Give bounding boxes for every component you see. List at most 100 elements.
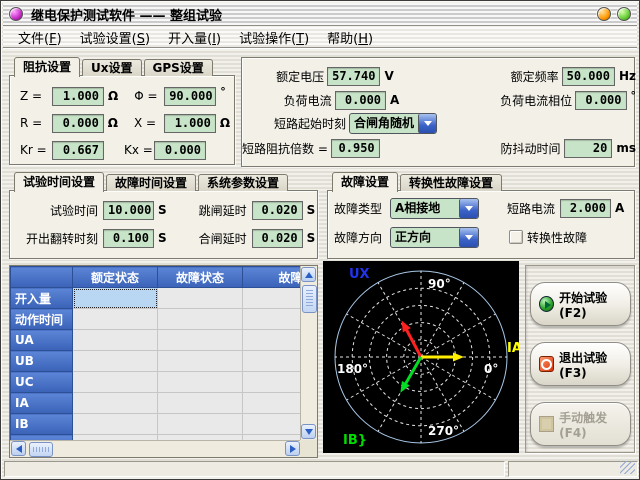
sc-current-field[interactable]: 2.000 xyxy=(560,199,611,218)
impedance-tabbar: 阻抗设置 Ux设置 GPS设置 xyxy=(11,55,215,76)
table-cell[interactable] xyxy=(73,309,158,330)
vertical-scrollbar[interactable] xyxy=(300,266,317,440)
x-field[interactable]: 1.000 xyxy=(164,114,216,133)
row-header[interactable]: UA xyxy=(11,330,73,351)
z-label: Z = xyxy=(20,89,52,103)
scroll-down-button[interactable] xyxy=(301,424,316,439)
time-tabbar: 试验时间设置 故障时间设置 系统参数设置 xyxy=(11,170,290,191)
fault-type-combobox[interactable]: A相接地 xyxy=(390,198,479,219)
sc-start-label: 短路起始时刻 xyxy=(242,115,346,132)
kr-field[interactable]: 0.667 xyxy=(52,141,104,160)
menu-label: ) xyxy=(304,32,309,47)
svg-text:180°: 180° xyxy=(337,362,368,376)
menu-label: 帮助( xyxy=(327,32,358,47)
table-cell[interactable] xyxy=(73,330,158,351)
tab-convert-fault-settings[interactable]: 转换性故障设置 xyxy=(400,174,502,191)
x-unit: Ω xyxy=(220,116,230,130)
col-header-fault-state[interactable]: 故障状态 xyxy=(158,267,243,288)
tab-impedance-settings[interactable]: 阻抗设置 xyxy=(14,57,80,77)
table-cell[interactable] xyxy=(158,288,243,309)
row-header[interactable]: IA xyxy=(11,393,73,414)
flip-time-field[interactable]: 0.100 xyxy=(103,229,154,248)
table-cell[interactable] xyxy=(73,393,158,414)
tab-fault-time-settings[interactable]: 故障时间设置 xyxy=(106,174,196,191)
table-cell[interactable] xyxy=(243,372,302,393)
sc-current-label: 短路电流 xyxy=(503,200,555,217)
horizontal-scroll-thumb[interactable] xyxy=(29,442,53,457)
table-cell[interactable] xyxy=(243,330,302,351)
rated-voltage-field[interactable]: 57.740 xyxy=(327,67,380,86)
table-cell[interactable] xyxy=(73,414,158,435)
table-cell[interactable] xyxy=(243,309,302,330)
phi-unit: ° xyxy=(220,85,226,98)
menu-help[interactable]: 帮助(H) xyxy=(318,26,382,49)
table-cell-selected[interactable] xyxy=(73,288,158,309)
tab-test-time-settings[interactable]: 试验时间设置 xyxy=(14,172,104,192)
tab-gps-settings[interactable]: GPS设置 xyxy=(144,59,213,76)
resize-grip[interactable] xyxy=(620,461,635,474)
row-header[interactable]: IB xyxy=(11,414,73,435)
table-cell[interactable] xyxy=(158,351,243,372)
table-cell[interactable] xyxy=(158,309,243,330)
close-delay-field[interactable]: 0.020 xyxy=(252,229,303,248)
phasor-chart: 90°0°180°270°UXIAIB} xyxy=(323,261,519,453)
load-current-field[interactable]: 0.000 xyxy=(335,91,386,110)
kx-field[interactable]: 0.000 xyxy=(154,141,206,160)
col-header-rated-state[interactable]: 额定状态 xyxy=(73,267,158,288)
z-field[interactable]: 1.000 xyxy=(52,87,104,106)
minimize-button[interactable] xyxy=(597,7,611,21)
phi-field[interactable]: 90.000 xyxy=(164,87,216,106)
sc-start-combobox[interactable]: 合闸角随机 xyxy=(349,113,437,134)
titlebar[interactable]: 继电保护测试软件 —— 整组试验 xyxy=(3,3,637,26)
table-cell[interactable] xyxy=(158,372,243,393)
menu-test-operation[interactable]: 试验操作(T) xyxy=(230,26,318,49)
debounce-field[interactable]: 20 xyxy=(564,139,613,158)
fault-type-dropdown-button[interactable] xyxy=(459,199,478,218)
table-cell[interactable] xyxy=(73,372,158,393)
menu-file[interactable]: 文件(F) xyxy=(9,26,71,49)
trip-delay-field[interactable]: 0.020 xyxy=(252,201,303,220)
phi-label: Φ = xyxy=(134,89,164,103)
row-header[interactable]: 开入量 xyxy=(11,288,73,309)
table-cell[interactable] xyxy=(243,414,302,435)
close-button[interactable] xyxy=(617,7,631,21)
fault-dir-dropdown-button[interactable] xyxy=(459,228,478,247)
sc-multiple-label: 短路阻抗倍数 = xyxy=(242,140,328,157)
table-cell[interactable] xyxy=(243,393,302,414)
r-field[interactable]: 0.000 xyxy=(52,114,104,133)
vertical-scroll-thumb[interactable] xyxy=(302,285,317,313)
fault-dir-combobox[interactable]: 正方向 xyxy=(390,227,479,248)
horizontal-scrollbar[interactable] xyxy=(10,440,301,457)
table-cell[interactable] xyxy=(243,288,302,309)
table-cell[interactable] xyxy=(73,351,158,372)
start-test-button[interactable]: 开始试验(F2) xyxy=(530,282,631,326)
col-header-fault-convert[interactable]: 故障转换 xyxy=(243,267,302,288)
table-cell[interactable] xyxy=(158,393,243,414)
sc-start-dropdown-button[interactable] xyxy=(418,114,436,133)
row-header[interactable]: UC xyxy=(11,372,73,393)
menu-binary-input[interactable]: 开入量(I) xyxy=(159,26,230,49)
menu-hotkey: T xyxy=(296,32,304,47)
manual-trigger-button[interactable]: 手动触发(F4) xyxy=(530,402,631,446)
table-cell[interactable] xyxy=(158,414,243,435)
x-label: X = xyxy=(134,116,164,130)
result-grid: 额定状态 故障状态 故障转换 开入量 动作时间 UA UB UC IA IB I… xyxy=(10,266,301,440)
test-time-field[interactable]: 10.000 xyxy=(103,201,154,220)
tab-system-param-settings[interactable]: 系统参数设置 xyxy=(198,174,288,191)
scroll-right-button[interactable] xyxy=(285,441,300,456)
sc-multiple-field[interactable]: 0.950 xyxy=(331,139,380,158)
convert-fault-checkbox[interactable] xyxy=(509,230,523,244)
scroll-left-button[interactable] xyxy=(11,441,26,456)
row-header[interactable]: UB xyxy=(11,351,73,372)
rated-freq-field[interactable]: 50.000 xyxy=(562,67,615,86)
tab-fault-settings[interactable]: 故障设置 xyxy=(332,172,398,192)
load-phase-field[interactable]: 0.000 xyxy=(575,91,626,110)
tab-ux-settings[interactable]: Ux设置 xyxy=(82,59,142,76)
exit-test-button[interactable]: 退出试验(F3) xyxy=(530,342,631,386)
table-cell[interactable] xyxy=(158,330,243,351)
table-cell[interactable] xyxy=(243,351,302,372)
scroll-up-button[interactable] xyxy=(301,267,316,282)
row-header[interactable]: 动作时间 xyxy=(11,309,73,330)
load-current-label: 负荷电流 xyxy=(242,92,332,109)
menu-test-settings[interactable]: 试验设置(S) xyxy=(71,26,159,49)
